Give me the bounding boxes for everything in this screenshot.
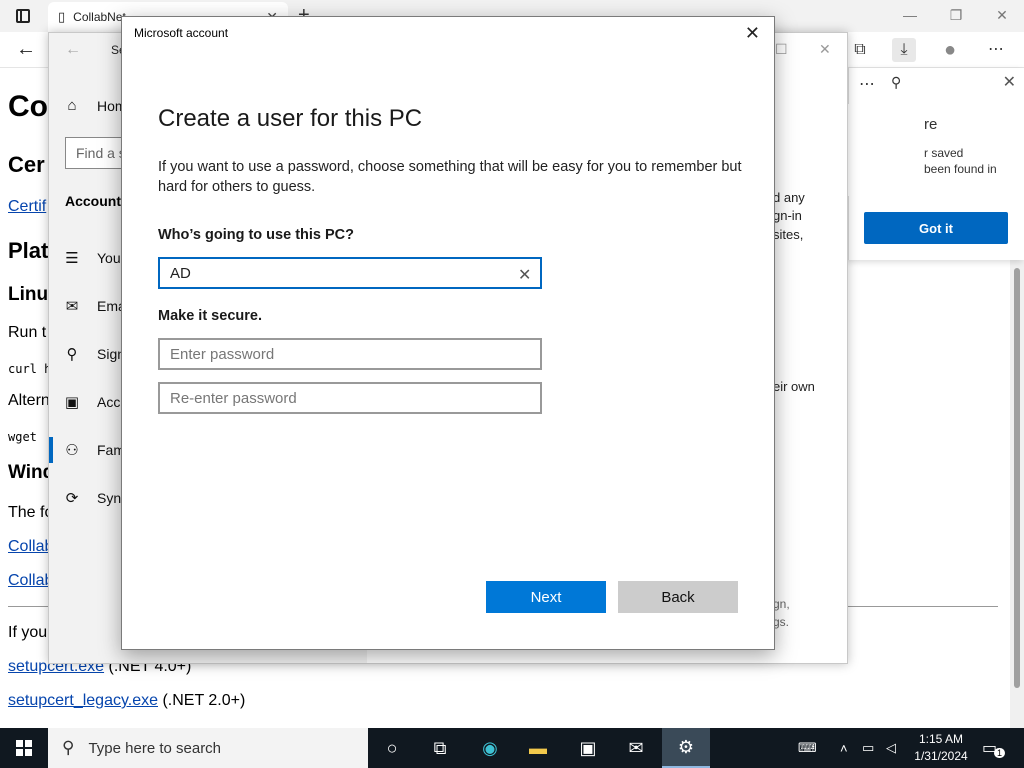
flyout-text: been found in <box>924 162 997 176</box>
scrollbar-thumb[interactable] <box>1014 268 1020 688</box>
download-line: setupcert_legacy.exe (.NET 2.0+) <box>8 692 245 710</box>
next-button[interactable]: Next <box>486 581 606 613</box>
sidebar-item-family[interactable]: ⚇ Fam <box>63 441 125 459</box>
flyout-panel <box>848 104 924 196</box>
paragraph-text: Run t <box>8 324 47 341</box>
microsoft-account-dialog: Microsoft account ✕ Create a user for th… <box>121 16 775 650</box>
clear-input-icon[interactable]: ✕ <box>518 265 531 285</box>
pin-icon[interactable]: ⚲ <box>891 74 901 91</box>
back-button[interactable]: Back <box>618 581 738 613</box>
search-icon: ⚲ <box>62 738 75 757</box>
settings-back-icon[interactable]: ← <box>65 41 81 59</box>
taskbar: ⚲ Type here to search ○ ⧉ ◉ ▬ ▣ ✉ ⚙ ⌨ ˄ … <box>0 728 1024 768</box>
home-icon: ⌂ <box>67 97 77 114</box>
sidebar-item-email[interactable]: ✉ Ema <box>63 297 126 315</box>
person-add-icon: ⚇ <box>65 442 79 459</box>
tab-title: CollabNet <box>73 10 126 24</box>
code-text: wget <box>8 430 37 444</box>
settings-body-text: eir own <box>773 379 815 394</box>
setupcert-legacy-note: (.NET 2.0+) <box>158 692 246 709</box>
key-icon: ⚲ <box>66 346 78 363</box>
restore-button[interactable]: ❐ <box>936 4 976 26</box>
code-text: curl h <box>8 362 52 376</box>
back-arrow-icon[interactable]: ← <box>16 38 36 61</box>
dialog-title: Microsoft account <box>134 26 229 40</box>
settings-maximize-icon[interactable]: ☐ <box>775 41 788 58</box>
network-icon[interactable]: ▭ <box>862 728 874 768</box>
secure-label: Make it secure. <box>158 308 262 324</box>
sync-icon: ⟳ <box>65 490 79 507</box>
clock-time: 1:15 AM <box>918 732 964 746</box>
sidebar-item-your-info[interactable]: ☰ Your <box>63 249 125 267</box>
subsection-heading: Linu <box>8 284 49 305</box>
close-window-button[interactable]: ✕ <box>982 4 1022 26</box>
collections-icon[interactable]: ⧉ <box>848 38 872 62</box>
password-input[interactable] <box>158 338 542 370</box>
dialog-close-icon[interactable]: ✕ <box>745 23 760 44</box>
clock-date: 1/31/2024 <box>914 749 968 763</box>
more-options-icon[interactable]: ⋯ <box>984 38 1008 62</box>
paragraph-text: The fo <box>8 504 54 521</box>
start-button[interactable] <box>0 728 48 768</box>
briefcase-icon: ▣ <box>64 394 80 411</box>
keyboard-icon[interactable]: ⌨ <box>798 728 817 768</box>
page-heading: Co <box>8 90 48 123</box>
tab-actions-icon[interactable] <box>16 9 30 23</box>
page-link[interactable]: Collab <box>8 538 53 556</box>
notifications-icon[interactable]: ▭ <box>982 728 997 768</box>
active-item-indicator <box>49 437 53 463</box>
taskbar-clock[interactable]: 1:15 AM 1/31/2024 <box>906 731 976 765</box>
settings-body-text: d any <box>773 190 805 205</box>
section-heading: Cer <box>8 152 45 177</box>
profile-avatar-icon[interactable]: ● <box>938 38 962 62</box>
sidebar-item-sync[interactable]: ⟳ Sync <box>63 489 128 507</box>
paragraph-text: Altern <box>8 392 50 409</box>
settings-footer-text: gn, <box>773 597 790 611</box>
settings-footer-text: gs. <box>773 615 790 629</box>
minimize-button[interactable]: — <box>890 4 930 26</box>
taskbar-search[interactable]: ⚲ Type here to search <box>48 728 368 768</box>
mail-icon[interactable]: ✉ <box>612 728 660 768</box>
settings-close-icon[interactable]: ✕ <box>819 41 831 58</box>
username-input[interactable] <box>158 257 542 289</box>
show-hidden-icons-icon[interactable]: ˄ <box>840 728 848 768</box>
cortana-icon[interactable]: ○ <box>368 728 416 768</box>
username-label: Who’s going to use this PC? <box>158 227 355 243</box>
task-view-icon[interactable]: ⧉ <box>416 728 464 768</box>
page-link[interactable]: Certif <box>8 198 46 216</box>
settings-section-heading: Accounts <box>65 193 129 209</box>
volume-icon[interactable]: ◁ <box>886 728 896 768</box>
windows-logo-icon <box>16 740 32 756</box>
flyout-text: r saved <box>924 146 964 160</box>
sidebar-item-sign-in[interactable]: ⚲ Sign <box>63 345 126 363</box>
flyout-more-icon[interactable]: ⋯ <box>859 74 875 94</box>
taskbar-search-placeholder: Type here to search <box>88 739 222 757</box>
notification-count: 1 <box>994 748 1006 758</box>
file-explorer-icon[interactable]: ▬ <box>514 728 562 768</box>
settings-home-item[interactable]: ⌂ Hom <box>63 97 126 114</box>
flyout-close-icon[interactable]: ✕ <box>1003 72 1016 92</box>
store-icon[interactable]: ▣ <box>564 728 612 768</box>
edge-icon[interactable]: ◉ <box>466 728 514 768</box>
page-icon: ▯ <box>58 9 66 24</box>
paragraph-text: If you <box>8 624 48 641</box>
section-heading: Plat <box>8 238 49 263</box>
setupcert-legacy-link[interactable]: setupcert_legacy.exe <box>8 692 158 709</box>
settings-body-text: sites, <box>773 227 804 242</box>
settings-gear-icon[interactable]: ⚙ <box>662 728 710 768</box>
downloads-icon[interactable]: ⤓ <box>892 38 916 62</box>
got-it-button[interactable]: Got it <box>864 212 1008 244</box>
page-link[interactable]: Collab <box>8 572 53 590</box>
dialog-heading: Create a user for this PC <box>158 105 423 132</box>
reenter-password-input[interactable] <box>158 382 542 414</box>
settings-body-text: gn-in <box>773 208 802 223</box>
person-card-icon: ☰ <box>65 250 79 267</box>
sidebar-item-access[interactable]: ▣ Acce <box>63 393 128 411</box>
flyout-heading: re <box>924 116 938 133</box>
dialog-description: If you want to use a password, choose so… <box>158 159 742 195</box>
mail-icon: ✉ <box>65 298 79 315</box>
